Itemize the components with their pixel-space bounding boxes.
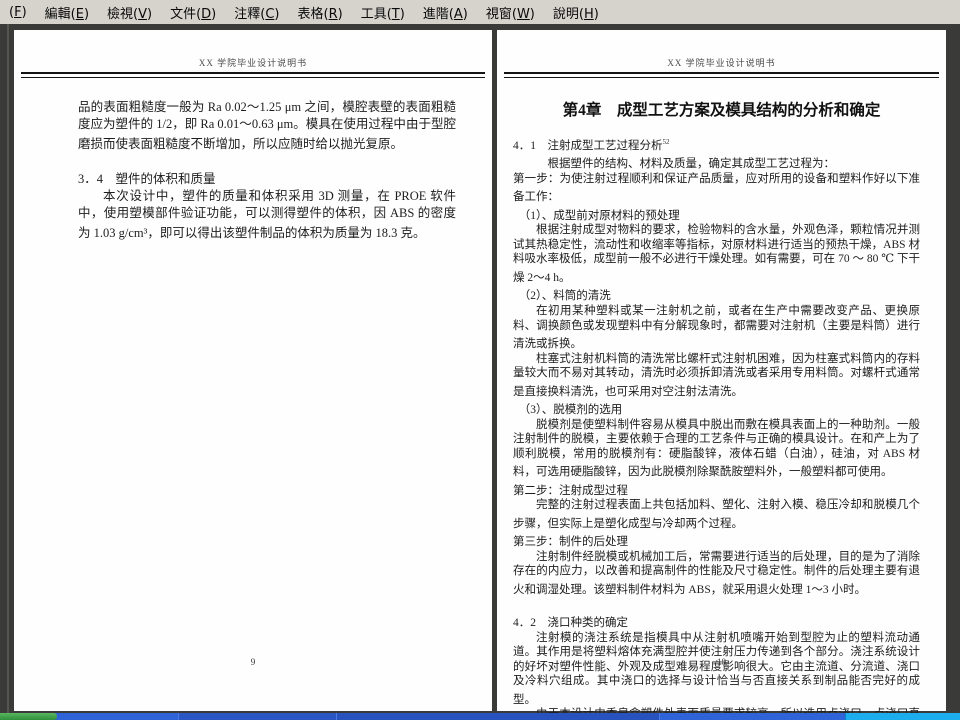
menu-item[interactable]: 進階(A) [414, 1, 477, 24]
paragraph: 3．4 塑件的体积和质量 [78, 168, 456, 188]
page-body: 4．1 注射成型工艺过程分析52 根据塑件的结构、材料及质量，确定其成型工艺过程… [513, 135, 920, 720]
paragraph: 第一步：为使注射过程顺利和保证产品质量，应对所用的设备和塑料作好以下准备工作： [513, 172, 920, 205]
taskbar-button[interactable] [178, 713, 337, 720]
running-header: XX 学院毕业设计说明书 [497, 56, 946, 69]
paragraph: 完整的注射过程表面上共包括加料、塑化、注射入模、稳压冷却和脱模几个步骤，但实际上… [513, 498, 920, 531]
menu-item[interactable]: 說明(H) [544, 1, 608, 24]
document-page-left: XX 学院毕业设计说明书 品的表面粗糙度一般为 Ra 0.02～1.25 μm … [14, 30, 492, 711]
running-header: XX 学院毕业设计说明书 [14, 56, 492, 69]
start-button[interactable] [0, 713, 57, 720]
reference-superscript: 52 [663, 138, 670, 146]
menu-item[interactable]: 編輯(E) [36, 1, 98, 24]
paragraph: 柱塞式注射机料筒的清洗常比螺杆式注射机困难，因为柱塞式料筒内的存料量较大而不易对… [513, 352, 920, 400]
paragraph: 在初用某种塑料或某一注射机之前，或者在生产中需要改变产品、更换原料、调换颜色或发… [513, 304, 920, 352]
chapter-title: 第4章 成型工艺方案及模具结构的分析和确定 [497, 98, 946, 120]
menu-item[interactable]: 工具(T) [352, 1, 414, 24]
paragraph: 第三步：制件的后处理 [513, 531, 920, 549]
menu-item[interactable]: 注釋(C) [225, 1, 288, 24]
paragraph: 根据塑件的结构、材料及质量，确定其成型工艺过程为： [513, 153, 920, 171]
menu-item[interactable]: (F) [0, 3, 36, 22]
page-body: 品的表面粗糙度一般为 Ra 0.02～1.25 μm 之间，模腔表壁的表面粗糙度… [78, 99, 456, 242]
paragraph: （3）、脱模剂的选用 [513, 399, 920, 417]
header-rule [504, 72, 939, 78]
paragraph: （1）、成型前对原材料的预处理 [513, 205, 920, 223]
window-edge [7, 24, 9, 713]
menu-item[interactable]: 文件(D) [161, 1, 225, 24]
menu-item[interactable]: 表格(R) [288, 1, 351, 24]
system-tray[interactable] [845, 713, 960, 720]
menu-item[interactable]: 檢視(V) [98, 1, 161, 24]
paragraph: 脱模剂是使塑料制件容易从模具中脱出而敷在模具表面上的一种助剂。一般注射制件的脱模… [513, 418, 920, 480]
taskbar-button[interactable] [336, 713, 660, 720]
document-page-right: XX 学院毕业设计说明书 第4章 成型工艺方案及模具结构的分析和确定 4．1 注… [497, 30, 946, 711]
menu-bar: (F) 編輯(E) 檢視(V) 文件(D) 注釋(C) 表格(R) 工具(T) … [0, 0, 960, 25]
paragraph: （2）、料筒的清洗 [513, 285, 920, 303]
menu-item[interactable]: 視窗(W) [477, 1, 544, 24]
screen: (F) 編輯(E) 檢視(V) 文件(D) 注釋(C) 表格(R) 工具(T) … [0, 0, 960, 720]
paragraph: 品的表面粗糙度一般为 Ra 0.02～1.25 μm 之间，模腔表壁的表面粗糙度… [78, 99, 456, 153]
taskbar [0, 713, 960, 720]
paragraph: 4．1 注射成型工艺过程分析52 [513, 135, 920, 153]
header-rule [21, 72, 485, 78]
page-number: 10 [497, 657, 946, 667]
paragraph: 注射模的浇注系统是指模具中从注射机喷嘴开始到型腔为止的塑料流动通道。其作用是将塑… [513, 631, 920, 708]
paragraph: 本次设计中，塑件的质量和体积采用 3D 测量，在 PROE 软件中，使用塑模部件… [78, 188, 456, 242]
paragraph: 注射制件经脱模或机械加工后，常需要进行适当的后处理，目的是为了消除存在的内应力，… [513, 550, 920, 598]
document-viewport[interactable]: XX 学院毕业设计说明书 品的表面粗糙度一般为 Ra 0.02～1.25 μm … [0, 24, 960, 713]
paragraph: 第二步：注射成型过程 [513, 480, 920, 498]
page-number: 9 [14, 657, 492, 667]
paragraph: 根据注射成型对物料的要求，检验物料的含水量，外观色泽，颗粒情况并测试其热稳定性，… [513, 223, 920, 285]
paragraph: 4．2 浇口种类的确定 [513, 612, 920, 630]
